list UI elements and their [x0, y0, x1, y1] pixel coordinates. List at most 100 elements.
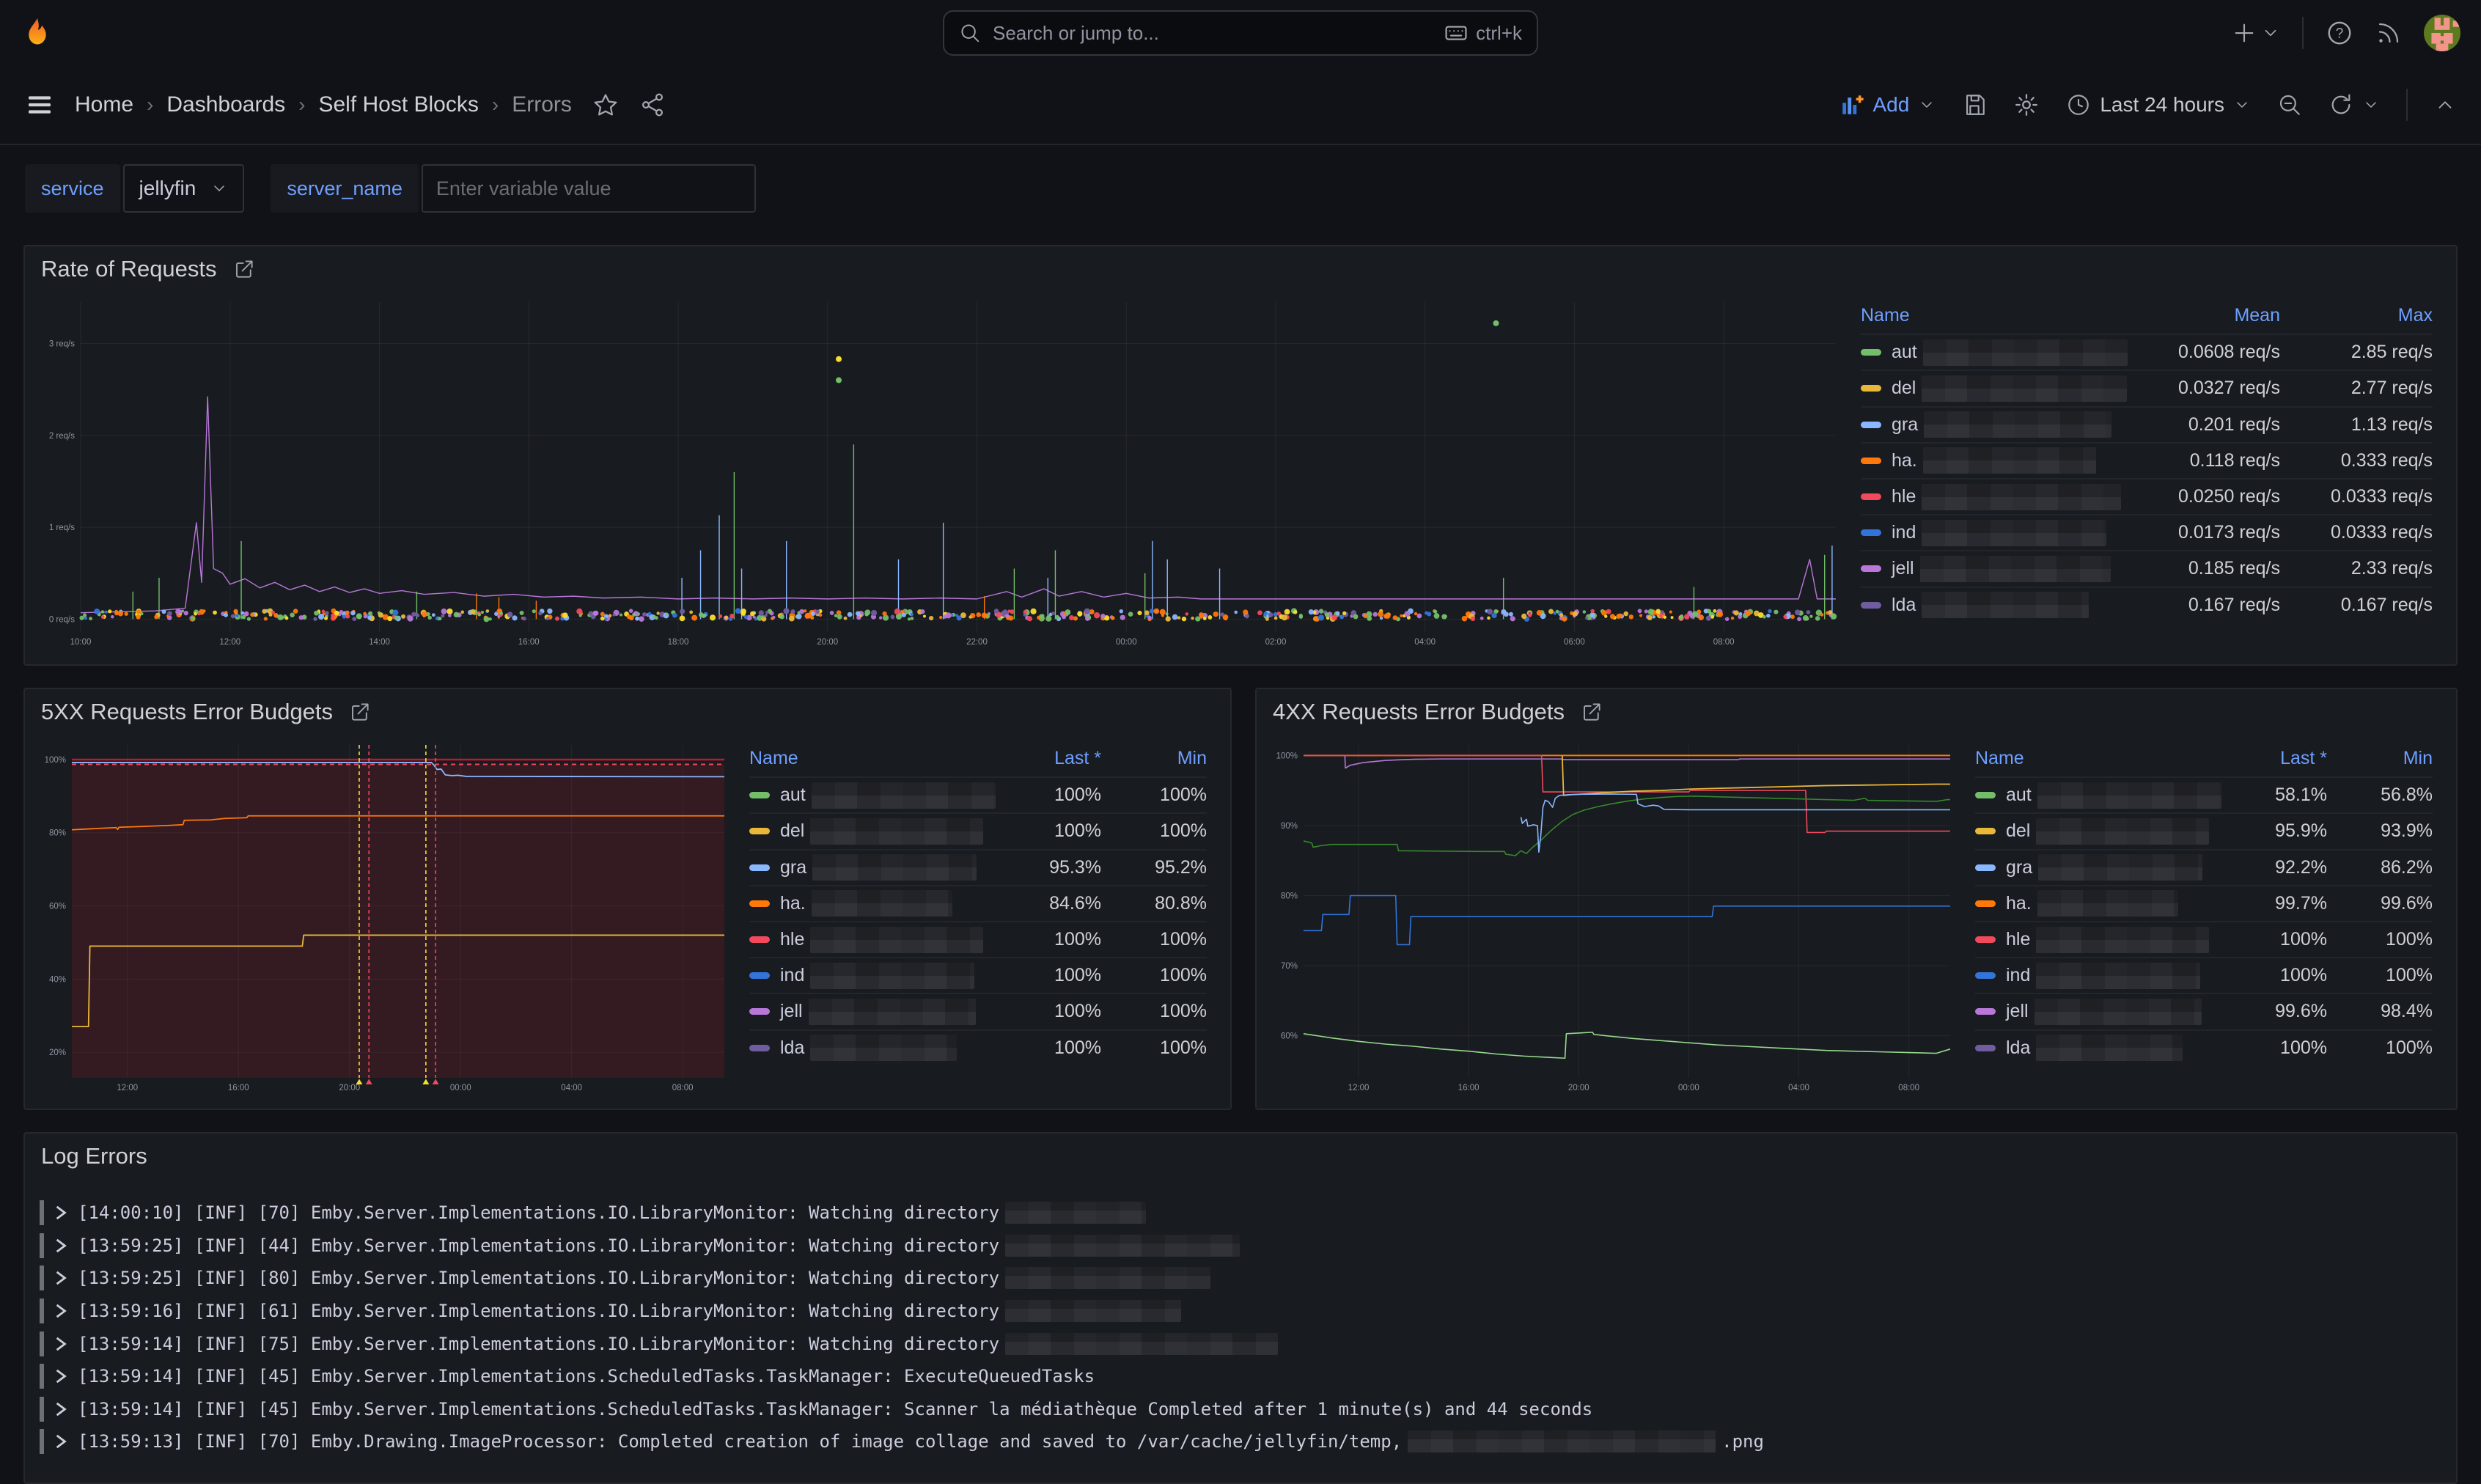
legend-series-name[interactable]: ha. [1861, 447, 2128, 474]
legend-series-name[interactable]: del [1861, 375, 2128, 402]
legend-series-name[interactable]: lda [749, 1035, 996, 1061]
menu-icon[interactable] [25, 90, 54, 120]
legend-series-name[interactable]: lda [1861, 592, 2128, 618]
legend-value: 0.333 req/s [2280, 450, 2433, 471]
legend-row: del100%100% [749, 812, 1207, 848]
search-input[interactable]: Search or jump to... ctrl+k [943, 10, 1538, 56]
news-icon[interactable] [2375, 20, 2402, 46]
legend-series-name[interactable]: ha. [749, 890, 996, 917]
log-row[interactable]: [13:59:13] [INF] [70] Emby.Drawing.Image… [40, 1425, 2441, 1458]
legend-row: gra95.3%95.2% [749, 849, 1207, 885]
panel-title[interactable]: 5XX Requests Error Budgets [41, 699, 333, 725]
legend-col-name[interactable]: Name [1975, 748, 2221, 769]
variable-service-select[interactable]: jellyfin [123, 164, 245, 213]
panel-rate-of-requests: Rate of Requests 10:0012:0014:0016:0018:… [23, 245, 2458, 666]
legend-col[interactable]: Mean [2128, 305, 2280, 326]
panel-title[interactable]: Rate of Requests [41, 256, 217, 282]
legend-value: 0.0327 req/s [2128, 378, 2280, 399]
legend-col[interactable]: Last * [996, 748, 1101, 769]
log-row[interactable]: [13:59:14] [INF] [45] Emby.Server.Implem… [40, 1360, 2441, 1393]
legend-series-name[interactable]: gra [1975, 854, 2221, 881]
legend-series-name[interactable]: jell [1861, 556, 2128, 582]
panel-title[interactable]: 4XX Requests Error Budgets [1273, 699, 1565, 725]
legend-series-name[interactable]: ind [1975, 963, 2221, 989]
external-link-icon[interactable] [1581, 701, 1603, 723]
time-series-chart[interactable]: 12:0016:0020:0000:0004:0008:0020%40%60%8… [34, 738, 732, 1097]
legend-series-name[interactable]: aut [749, 782, 996, 809]
legend-row: del95.9%93.9% [1975, 812, 2433, 848]
legend-series-name[interactable]: jell [749, 999, 996, 1025]
redacted-text [1922, 484, 2121, 510]
new-menu-button[interactable] [2232, 21, 2280, 45]
avatar[interactable] [2424, 15, 2460, 51]
breadcrumb-home[interactable]: Home [75, 92, 133, 117]
svg-text:16:00: 16:00 [518, 638, 540, 647]
grafana-logo-icon[interactable] [21, 16, 54, 50]
legend-col-name[interactable]: Name [1861, 305, 2128, 326]
save-button[interactable] [1962, 92, 1987, 117]
legend-series-name[interactable]: ha. [1975, 890, 2221, 917]
time-range-picker[interactable]: Last 24 hours [2066, 92, 2251, 117]
legend-col[interactable]: Last * [2221, 748, 2327, 769]
legend-row: ha.0.118 req/s0.333 req/s [1861, 442, 2433, 478]
dashboard-settings-button[interactable] [2013, 92, 2040, 118]
legend-series-name[interactable]: jell [1975, 999, 2221, 1025]
legend-series-name[interactable]: del [1975, 818, 2221, 845]
redacted-text [1923, 447, 2096, 474]
log-row[interactable]: [13:59:25] [INF] [80] Emby.Server.Implem… [40, 1262, 2441, 1295]
panel-title[interactable]: Log Errors [41, 1143, 147, 1169]
variable-label-server-name[interactable]: server_name [271, 164, 419, 213]
redacted-text [812, 782, 996, 809]
legend-row: hle100%100% [749, 921, 1207, 957]
redacted-text [2036, 818, 2209, 845]
breadcrumb-folder[interactable]: Self Host Blocks [318, 92, 478, 117]
legend-series-name[interactable]: ind [749, 963, 996, 989]
log-row[interactable]: [13:59:16] [INF] [61] Emby.Server.Implem… [40, 1295, 2441, 1328]
legend-series-name[interactable]: lda [1975, 1035, 2221, 1061]
log-row[interactable]: [14:00:10] [INF] [70] Emby.Server.Implem… [40, 1197, 2441, 1230]
breadcrumb-separator: › [147, 93, 153, 117]
share-icon[interactable] [639, 92, 666, 118]
legend-series-name[interactable]: aut [1975, 782, 2221, 809]
external-link-icon[interactable] [233, 258, 255, 280]
legend-col[interactable]: Min [2327, 748, 2433, 769]
log-row[interactable]: [13:59:25] [INF] [44] Emby.Server.Implem… [40, 1230, 2441, 1263]
zoom-out-button[interactable] [2277, 92, 2302, 117]
refresh-button[interactable] [2329, 92, 2380, 117]
external-link-icon[interactable] [349, 701, 371, 723]
chevron-down-icon [1918, 96, 1936, 114]
log-level-bar [40, 1364, 44, 1389]
variable-label-service[interactable]: service [25, 164, 120, 213]
favorite-star-icon[interactable] [592, 92, 619, 118]
log-row[interactable]: [13:59:14] [INF] [75] Emby.Server.Implem… [40, 1327, 2441, 1360]
breadcrumb-dashboards[interactable]: Dashboards [166, 92, 285, 117]
variable-server-name-input[interactable] [422, 164, 756, 213]
add-button[interactable]: Add [1839, 92, 1936, 117]
redacted-text [1005, 1300, 1181, 1322]
legend-series-name[interactable]: hle [1975, 927, 2221, 953]
legend-col-name[interactable]: Name [749, 748, 996, 769]
kiosk-collapse-button[interactable] [2434, 94, 2456, 116]
redacted-text [812, 890, 952, 917]
legend-value: 1.13 req/s [2280, 414, 2433, 436]
legend-series-name[interactable]: gra [1861, 411, 2128, 438]
time-series-chart[interactable]: 10:0012:0014:0016:0018:0020:0022:0000:00… [34, 295, 1843, 651]
legend-series-name[interactable]: hle [1861, 484, 2128, 510]
help-button[interactable]: ? [2326, 19, 2353, 47]
series-color-swatch [749, 828, 770, 834]
series-color-swatch [1975, 864, 1996, 871]
svg-text:20%: 20% [49, 1048, 66, 1057]
add-panel-icon [1839, 92, 1864, 117]
log-message: [13:59:13] [INF] [70] Emby.Drawing.Image… [78, 1430, 1764, 1452]
legend-series-name[interactable]: aut [1861, 339, 2128, 366]
legend-series-name[interactable]: gra [749, 854, 996, 881]
legend-series-name[interactable]: del [749, 818, 996, 845]
legend-col[interactable]: Min [1101, 748, 1207, 769]
chevron-down-icon [2233, 96, 2251, 114]
legend-series-name[interactable]: ind [1861, 520, 2128, 546]
time-series-chart[interactable]: 12:0016:0020:0000:0004:0008:0060%70%80%9… [1265, 738, 1958, 1097]
log-level-bar [40, 1397, 44, 1422]
legend-col[interactable]: Max [2280, 305, 2433, 326]
log-row[interactable]: [13:59:14] [INF] [45] Emby.Server.Implem… [40, 1393, 2441, 1426]
legend-series-name[interactable]: hle [749, 927, 996, 953]
